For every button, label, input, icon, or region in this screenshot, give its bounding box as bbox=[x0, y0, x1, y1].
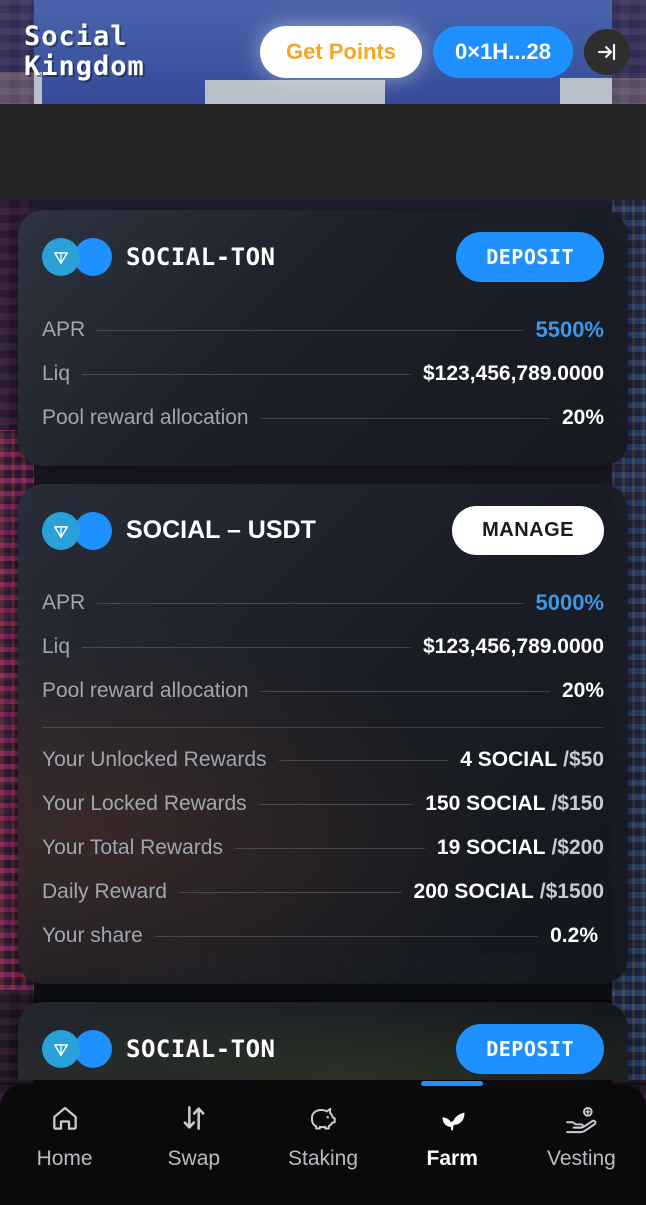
stat-row: APR 5500% bbox=[42, 308, 604, 352]
ton-diamond-icon bbox=[54, 525, 68, 538]
home-icon bbox=[49, 1101, 81, 1135]
stat-label: APR bbox=[42, 318, 86, 341]
logout-arrow-icon bbox=[597, 43, 616, 61]
reward-value: 4 SOCIAL/$50 bbox=[460, 748, 604, 771]
nav-item-swap[interactable]: Swap bbox=[129, 1101, 258, 1171]
stat-value: $123,456,789.0000 bbox=[422, 635, 604, 658]
reward-row: Your Unlocked Rewards 4 SOCIAL/$50 bbox=[42, 738, 604, 782]
pool-card[interactable]: SOCIAL – USDT MANAGE APR 5000% Liq $123,… bbox=[18, 484, 628, 984]
reward-usd: /$200 bbox=[551, 836, 604, 859]
app-brand-title: Social Kingdom bbox=[24, 20, 145, 82]
reward-value: 0.2% bbox=[550, 924, 598, 947]
nav-label: Staking bbox=[287, 1147, 359, 1170]
reward-label: Daily Reward bbox=[42, 880, 167, 903]
stat-value: $123,456,789.0000 bbox=[422, 362, 604, 385]
reward-value: 19 SOCIAL/$200 bbox=[436, 836, 604, 859]
stat-value: 5000% bbox=[535, 590, 604, 615]
pool-pair-name: SOCIAL-TON bbox=[126, 243, 276, 271]
header-actions: Get Points 0×1H...28 bbox=[259, 26, 630, 78]
stat-label: Pool reward allocation bbox=[42, 406, 249, 429]
pool-card[interactable]: SOCIAL-TON DEPOSIT bbox=[18, 1002, 628, 1080]
ton-coin-icon bbox=[42, 511, 80, 550]
row-connector bbox=[278, 759, 449, 761]
row-connector bbox=[260, 690, 550, 692]
stat-row: Pool reward allocation 20% bbox=[42, 669, 604, 713]
nav-item-farm[interactable]: Farm bbox=[388, 1101, 517, 1171]
nav-label: Swap bbox=[167, 1147, 221, 1170]
stat-value: 5500% bbox=[535, 317, 604, 342]
row-connector bbox=[234, 847, 425, 849]
ton-coin-icon bbox=[42, 1030, 80, 1068]
row-connector bbox=[97, 602, 524, 604]
ton-diamond-icon bbox=[54, 1044, 68, 1056]
app-header: Social Kingdom Get Points 0×1H...28 bbox=[0, 0, 646, 104]
header-spacer-band bbox=[0, 104, 646, 200]
pool-card[interactable]: SOCIAL-TON DEPOSIT APR 5500% Liq $123,45… bbox=[18, 210, 628, 466]
reward-label: Your Total Rewards bbox=[42, 836, 223, 859]
app-screen: Social Kingdom Get Points 0×1H...28 SOCI… bbox=[0, 0, 646, 1205]
logout-button[interactable] bbox=[584, 29, 630, 75]
nav-item-home[interactable]: Home bbox=[0, 1101, 129, 1171]
swap-arrows-icon bbox=[178, 1101, 210, 1135]
stat-row: APR 5000% bbox=[42, 581, 604, 625]
pool-pair-name: SOCIAL-TON bbox=[126, 1035, 276, 1063]
nav-item-vesting[interactable]: Vesting bbox=[517, 1101, 646, 1171]
nav-item-staking[interactable]: Staking bbox=[258, 1101, 387, 1171]
pool-pair-name: SOCIAL – USDT bbox=[126, 516, 316, 544]
deposit-button[interactable]: DEPOSIT bbox=[456, 1024, 604, 1074]
stat-label: Liq bbox=[42, 362, 71, 385]
reward-value: 200 SOCIAL/$1500 bbox=[413, 880, 604, 903]
nav-label: Home bbox=[36, 1147, 93, 1170]
row-connector bbox=[154, 935, 539, 937]
pool-stats: APR 5500% Liq $123,456,789.0000 Pool rew… bbox=[42, 308, 604, 440]
pool-card-header: SOCIAL – USDT MANAGE bbox=[42, 506, 604, 555]
reward-usd: /$50 bbox=[563, 748, 604, 771]
reward-row: Your Total Rewards 19 SOCIAL/$200 bbox=[42, 826, 604, 870]
row-connector bbox=[178, 891, 402, 893]
section-divider bbox=[42, 727, 604, 728]
stat-value: 20% bbox=[561, 406, 604, 429]
reward-label: Your share bbox=[42, 924, 143, 947]
get-points-button[interactable]: Get Points bbox=[259, 26, 422, 78]
farm-pool-list[interactable]: SOCIAL-TON DEPOSIT APR 5500% Liq $123,45… bbox=[0, 200, 646, 1080]
sprout-leaf-icon bbox=[435, 1101, 469, 1135]
pool-stats: APR 5000% Liq $123,456,789.0000 Pool rew… bbox=[42, 581, 604, 713]
reward-value: 150 SOCIAL/$150 bbox=[425, 792, 604, 815]
row-connector bbox=[82, 646, 411, 648]
reward-row: Your share 0.2% bbox=[42, 914, 604, 958]
stat-row: Liq $123,456,789.0000 bbox=[42, 625, 604, 669]
hand-coin-icon bbox=[563, 1101, 599, 1135]
stat-label: Pool reward allocation bbox=[42, 679, 249, 702]
stat-label: Liq bbox=[42, 635, 71, 658]
stat-label: APR bbox=[42, 591, 86, 614]
piggy-bank-icon bbox=[306, 1101, 340, 1135]
reward-usd: /$150 bbox=[551, 792, 604, 815]
pool-rewards: Your Unlocked Rewards 4 SOCIAL/$50 Your … bbox=[42, 738, 604, 958]
row-connector bbox=[97, 329, 524, 331]
reward-row: Your Locked Rewards 150 SOCIAL/$150 bbox=[42, 782, 604, 826]
reward-row: Daily Reward 200 SOCIAL/$1500 bbox=[42, 870, 604, 914]
reward-usd: /$1500 bbox=[539, 880, 604, 903]
row-connector bbox=[82, 373, 411, 375]
row-connector bbox=[258, 803, 414, 805]
nav-label: Vesting bbox=[546, 1147, 616, 1170]
pool-card-header: SOCIAL-TON DEPOSIT bbox=[42, 1024, 604, 1074]
deposit-button[interactable]: DEPOSIT bbox=[456, 232, 604, 282]
stat-value: 20% bbox=[561, 679, 604, 702]
nav-bar: Home Swap Staking Farm Vesting bbox=[0, 1085, 646, 1205]
row-connector bbox=[260, 417, 550, 419]
stat-row: Liq $123,456,789.0000 bbox=[42, 352, 604, 396]
nav-label: Farm bbox=[426, 1147, 478, 1170]
wallet-address-button[interactable]: 0×1H...28 bbox=[432, 26, 573, 78]
reward-label: Your Locked Rewards bbox=[42, 792, 247, 815]
manage-button[interactable]: MANAGE bbox=[452, 506, 604, 555]
ton-coin-icon bbox=[42, 238, 80, 276]
ton-diamond-icon bbox=[54, 252, 68, 264]
stat-row: Pool reward allocation 20% bbox=[42, 396, 604, 440]
reward-label: Your Unlocked Rewards bbox=[42, 748, 267, 771]
bottom-navigation[interactable]: Home Swap Staking Farm Vesting bbox=[0, 1081, 646, 1205]
pool-card-header: SOCIAL-TON DEPOSIT bbox=[42, 232, 604, 282]
active-tab-indicator bbox=[421, 1081, 484, 1086]
